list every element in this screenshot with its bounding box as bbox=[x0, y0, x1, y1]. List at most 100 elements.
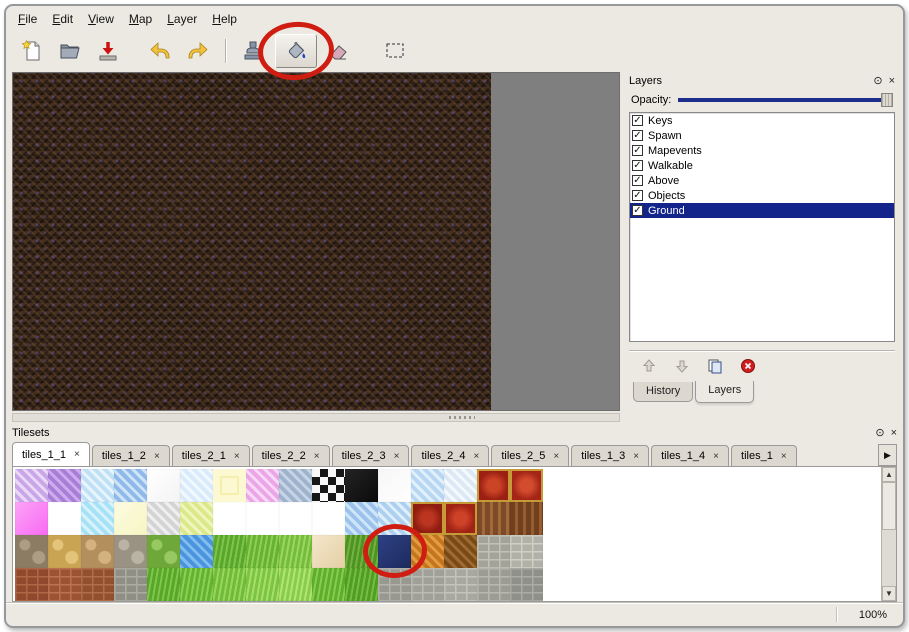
raise-layer-button[interactable] bbox=[639, 356, 659, 376]
save-button[interactable] bbox=[92, 35, 124, 67]
tile-2-9[interactable] bbox=[279, 502, 312, 535]
tileset-tab-tiles_2_4[interactable]: tiles_2_4× bbox=[411, 445, 489, 466]
tile-1-15[interactable] bbox=[477, 469, 510, 502]
tab-close-icon[interactable]: × bbox=[74, 449, 80, 460]
tile-4-11[interactable] bbox=[345, 568, 378, 601]
menu-layer[interactable]: Layer bbox=[167, 12, 197, 26]
menu-view[interactable]: View bbox=[88, 12, 114, 26]
tile-1-14[interactable] bbox=[444, 469, 477, 502]
menu-file[interactable]: File bbox=[18, 12, 37, 26]
tile-3-11[interactable] bbox=[345, 535, 378, 568]
tile-1-1[interactable] bbox=[15, 469, 48, 502]
layer-visibility-checkbox[interactable]: ✓ bbox=[632, 160, 643, 171]
tab-close-icon[interactable]: × bbox=[633, 451, 639, 462]
tile-4-12[interactable] bbox=[378, 568, 411, 601]
tab-close-icon[interactable]: × bbox=[553, 451, 559, 462]
layer-visibility-checkbox[interactable]: ✓ bbox=[632, 205, 643, 216]
tile-4-3[interactable] bbox=[81, 568, 114, 601]
layer-visibility-checkbox[interactable]: ✓ bbox=[632, 115, 643, 126]
tile-1-11[interactable] bbox=[345, 469, 378, 502]
tile-1-7[interactable] bbox=[213, 469, 246, 502]
layer-row-spawn[interactable]: ✓Spawn bbox=[630, 128, 894, 143]
tile-3-7[interactable] bbox=[213, 535, 246, 568]
opacity-slider-handle[interactable] bbox=[881, 93, 893, 107]
tile-3-1[interactable] bbox=[15, 535, 48, 568]
tile-4-15[interactable] bbox=[477, 568, 510, 601]
tab-close-icon[interactable]: × bbox=[314, 451, 320, 462]
tab-close-icon[interactable]: × bbox=[474, 451, 480, 462]
palette-scrollbar[interactable]: ▲ ▼ bbox=[881, 467, 896, 601]
layer-visibility-checkbox[interactable]: ✓ bbox=[632, 130, 643, 141]
tile-4-4[interactable] bbox=[114, 568, 147, 601]
tile-2-16[interactable] bbox=[510, 502, 543, 535]
menu-map[interactable]: Map bbox=[129, 12, 152, 26]
tile-1-2[interactable] bbox=[48, 469, 81, 502]
tile-2-12[interactable] bbox=[378, 502, 411, 535]
horizontal-splitter[interactable] bbox=[12, 413, 620, 422]
panel-close-icon[interactable]: × bbox=[889, 75, 895, 87]
tile-1-9[interactable] bbox=[279, 469, 312, 502]
tile-3-2[interactable] bbox=[48, 535, 81, 568]
delete-layer-button[interactable] bbox=[738, 356, 758, 376]
map-canvas[interactable] bbox=[12, 72, 620, 411]
panel-shade-icon[interactable]: ⊙ bbox=[873, 75, 882, 87]
tile-3-8[interactable] bbox=[246, 535, 279, 568]
tile-4-16[interactable] bbox=[510, 568, 543, 601]
tile-4-1[interactable] bbox=[15, 568, 48, 601]
tile-3-12[interactable] bbox=[378, 535, 411, 568]
layer-row-keys[interactable]: ✓Keys bbox=[630, 113, 894, 128]
tile-2-11[interactable] bbox=[345, 502, 378, 535]
tile-4-5[interactable] bbox=[147, 568, 180, 601]
panel-close-icon[interactable]: × bbox=[891, 427, 897, 439]
tile-1-16[interactable] bbox=[510, 469, 543, 502]
tileset-tab-tiles_1_1[interactable]: tiles_1_1× bbox=[12, 442, 90, 466]
tileset-tab-tiles_1_3[interactable]: tiles_1_3× bbox=[571, 445, 649, 466]
layer-visibility-checkbox[interactable]: ✓ bbox=[632, 175, 643, 186]
tile-1-4[interactable] bbox=[114, 469, 147, 502]
tileset-tab-tiles_2_1[interactable]: tiles_2_1× bbox=[172, 445, 250, 466]
layer-visibility-checkbox[interactable]: ✓ bbox=[632, 190, 643, 201]
panel-tab-history[interactable]: History bbox=[633, 382, 693, 402]
tile-2-15[interactable] bbox=[477, 502, 510, 535]
tile-3-6[interactable] bbox=[180, 535, 213, 568]
tab-scroll-right-button[interactable]: ▶ bbox=[878, 444, 897, 466]
tab-close-icon[interactable]: × bbox=[234, 451, 240, 462]
redo-button[interactable] bbox=[182, 35, 214, 67]
menu-help[interactable]: Help bbox=[212, 12, 237, 26]
layer-row-mapevents[interactable]: ✓Mapevents bbox=[630, 143, 894, 158]
tile-3-10[interactable] bbox=[312, 535, 345, 568]
open-button[interactable] bbox=[54, 35, 86, 67]
tile-1-3[interactable] bbox=[81, 469, 114, 502]
eraser-tool-button[interactable] bbox=[323, 35, 355, 67]
tile-2-1[interactable] bbox=[15, 502, 48, 535]
tile-1-5[interactable] bbox=[147, 469, 180, 502]
duplicate-layer-button[interactable] bbox=[705, 356, 725, 376]
scrollbar-thumb[interactable] bbox=[882, 482, 896, 530]
tile-1-8[interactable] bbox=[246, 469, 279, 502]
panel-tab-layers[interactable]: Layers bbox=[695, 381, 754, 403]
tile-1-13[interactable] bbox=[411, 469, 444, 502]
tab-close-icon[interactable]: × bbox=[781, 451, 787, 462]
tile-2-6[interactable] bbox=[180, 502, 213, 535]
tile-3-3[interactable] bbox=[81, 535, 114, 568]
tileset-tab-tiles_1_4[interactable]: tiles_1_4× bbox=[651, 445, 729, 466]
tile-4-10[interactable] bbox=[312, 568, 345, 601]
tile-2-10[interactable] bbox=[312, 502, 345, 535]
layer-row-ground[interactable]: ✓Ground bbox=[630, 203, 894, 218]
tile-2-4[interactable] bbox=[114, 502, 147, 535]
fill-tool-button[interactable] bbox=[275, 34, 317, 68]
tile-3-9[interactable] bbox=[279, 535, 312, 568]
tile-1-12[interactable] bbox=[378, 469, 411, 502]
undo-button[interactable] bbox=[144, 35, 176, 67]
tab-close-icon[interactable]: × bbox=[154, 451, 160, 462]
tileset-tab-tiles_2_5[interactable]: tiles_2_5× bbox=[491, 445, 569, 466]
tile-3-4[interactable] bbox=[114, 535, 147, 568]
tileset-tab-tiles_2_2[interactable]: tiles_2_2× bbox=[252, 445, 330, 466]
panel-shade-icon[interactable]: ⊙ bbox=[875, 427, 884, 439]
layer-row-objects[interactable]: ✓Objects bbox=[630, 188, 894, 203]
stamp-tool-button[interactable] bbox=[237, 35, 269, 67]
tile-3-14[interactable] bbox=[444, 535, 477, 568]
tile-2-5[interactable] bbox=[147, 502, 180, 535]
tile-2-7[interactable] bbox=[213, 502, 246, 535]
layer-visibility-checkbox[interactable]: ✓ bbox=[632, 145, 643, 156]
